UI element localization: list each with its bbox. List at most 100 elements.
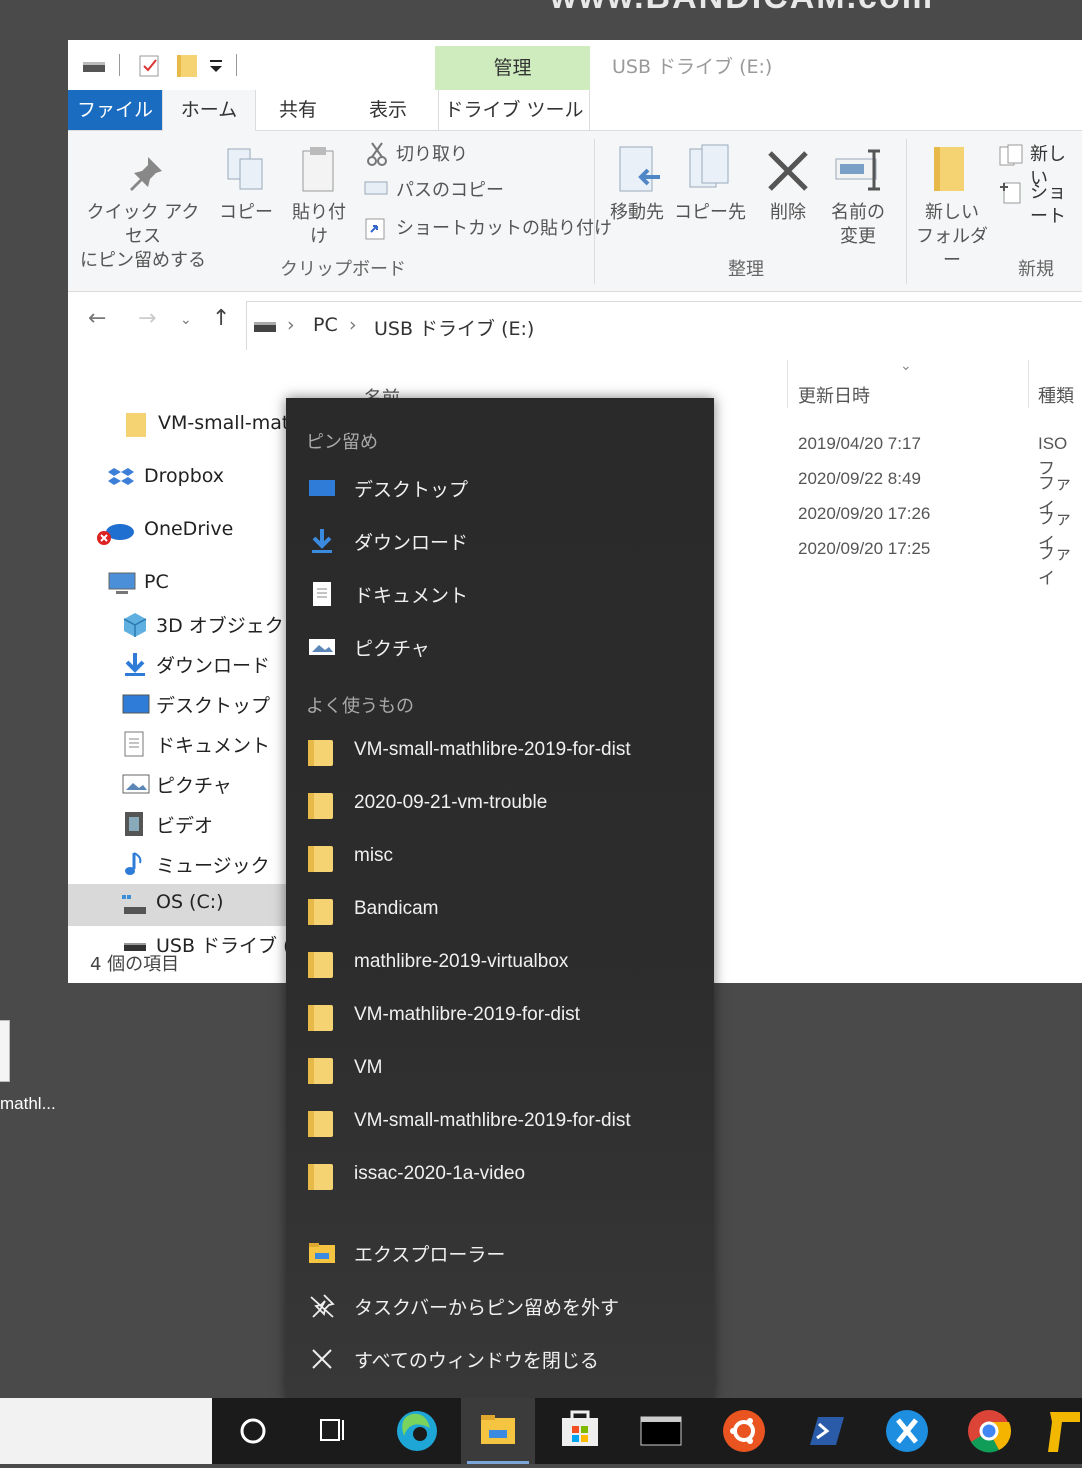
delete-icon xyxy=(768,151,808,191)
desktop-icon xyxy=(122,691,150,717)
unpin-icon xyxy=(308,1292,336,1320)
copy-to-button[interactable]: コピー先 xyxy=(672,201,748,225)
scissors-icon xyxy=(367,142,387,166)
paste-shortcut-button[interactable]: ショートカットの貼り付け xyxy=(396,217,612,241)
tab-share[interactable]: 共有 xyxy=(268,90,328,130)
tab-drive-tools[interactable]: ドライブ ツール xyxy=(438,90,590,130)
jump-item-downloads[interactable]: ダウンロード xyxy=(286,515,714,565)
move-to-icon xyxy=(619,146,660,192)
copy-icon xyxy=(227,148,263,190)
copy-button[interactable]: コピー xyxy=(216,201,276,225)
forward-icon[interactable]: → xyxy=(138,306,156,331)
ubuntu-button[interactable] xyxy=(707,1398,781,1464)
new-item-icon xyxy=(999,144,1023,166)
rename-label-line2: 変更 xyxy=(840,226,876,247)
recent-locations-icon[interactable]: ⌄ xyxy=(180,312,192,328)
column-header-type[interactable]: 種類 xyxy=(1038,382,1074,408)
file-explorer-taskbar-button[interactable] xyxy=(461,1398,535,1464)
manage-context-tab[interactable]: 管理 xyxy=(435,46,590,90)
paste-icon xyxy=(302,147,334,192)
new-folder-icon xyxy=(934,147,964,191)
column-header-date[interactable]: 更新日時 xyxy=(798,382,870,408)
task-view-button[interactable] xyxy=(296,1398,370,1464)
jump-item-frequent[interactable]: mathlibre-2019-virtualbox xyxy=(286,938,714,988)
item-count-status: 4 個の項目 xyxy=(90,954,180,975)
powershell-button[interactable] xyxy=(788,1398,862,1464)
quick-access-toolbar: 管理 USB ドライブ (E:) xyxy=(68,40,1082,90)
folder-icon xyxy=(308,1109,336,1137)
properties-icon[interactable] xyxy=(138,54,160,78)
breadcrumb-usb[interactable]: USB ドライブ (E:) xyxy=(374,314,534,341)
jump-item-frequent[interactable]: VM-mathlibre-2019-for-dist xyxy=(286,991,714,1041)
paste-shortcut-icon xyxy=(365,218,385,240)
copy-path-icon xyxy=(364,181,388,195)
easy-access-icon xyxy=(1000,182,1021,204)
tab-home[interactable]: ホーム xyxy=(162,90,256,131)
paste-button[interactable]: 貼り付け xyxy=(284,201,354,249)
desktop-file-icon[interactable] xyxy=(0,1010,26,1082)
row-type: ファイ xyxy=(1038,544,1072,588)
jump-action-open-explorer[interactable]: エクスプローラー xyxy=(286,1227,714,1277)
folder-icon xyxy=(308,950,336,978)
customize-qat-icon[interactable] xyxy=(208,58,224,76)
jump-item-frequent[interactable]: VM-small-mathlibre-2019-for-dist xyxy=(286,1097,714,1147)
copy-to-icon xyxy=(689,144,729,188)
sort-indicator-icon: ⌄ xyxy=(900,358,912,374)
jump-item-pictures[interactable]: ピクチャ xyxy=(286,621,714,671)
tab-view[interactable]: 表示 xyxy=(358,90,418,130)
move-to-button[interactable]: 移動先 xyxy=(602,201,672,225)
app-button[interactable] xyxy=(1036,1398,1082,1464)
jump-item-frequent[interactable]: 2020-09-21-vm-trouble xyxy=(286,779,714,829)
breadcrumb-pc[interactable]: PC xyxy=(313,314,338,336)
new-folder-label-line2: フォルダー xyxy=(916,226,988,271)
pin-label-line1: クイック アクセス xyxy=(86,202,200,247)
music-icon xyxy=(122,851,148,877)
navigation-pane: VM-small-mathl ⌃ Dropbox OneDrive PC 3D … xyxy=(68,350,319,983)
drive-icon[interactable] xyxy=(82,60,106,74)
address-box[interactable]: › PC › USB ドライブ (E:) xyxy=(246,301,1082,351)
rename-button[interactable]: 名前の 変更 xyxy=(822,201,894,249)
folder-icon xyxy=(308,897,336,925)
back-icon[interactable]: ← xyxy=(88,306,106,331)
cortana-button[interactable] xyxy=(216,1398,290,1464)
terminal-button[interactable] xyxy=(624,1398,698,1464)
pictures-icon xyxy=(308,633,336,661)
edge-button[interactable] xyxy=(380,1398,454,1464)
jump-item-frequent[interactable]: Bandicam xyxy=(286,885,714,935)
jump-item-frequent[interactable]: misc xyxy=(286,832,714,882)
pictures-icon xyxy=(122,771,150,797)
app-icon xyxy=(1048,1412,1080,1452)
group-new-label: 新規 xyxy=(1018,259,1054,280)
download-icon xyxy=(122,651,148,677)
jump-item-frequent[interactable]: VM xyxy=(286,1044,714,1094)
ribbon-tabs: ファイル ホーム 共有 表示 ドライブ ツール xyxy=(68,90,1082,131)
video-icon xyxy=(122,811,148,837)
xming-button[interactable] xyxy=(870,1398,944,1464)
3d-objects-icon xyxy=(122,611,148,637)
taskbar-search-box[interactable] xyxy=(0,1398,212,1464)
jump-item-frequent[interactable]: VM-small-mathlibre-2019-for-dist xyxy=(286,726,714,776)
jump-item-frequent[interactable]: issac-2020-1a-video xyxy=(286,1150,714,1200)
close-icon xyxy=(308,1345,336,1373)
store-button[interactable] xyxy=(543,1398,617,1464)
cut-button[interactable]: 切り取り xyxy=(396,143,468,167)
up-icon[interactable]: ↑ xyxy=(212,306,230,331)
drive-icon xyxy=(254,322,276,332)
document-icon xyxy=(308,580,336,608)
new-folder-qat-icon[interactable] xyxy=(176,54,200,78)
jump-action-close-all[interactable]: すべてのウィンドウを閉じる xyxy=(286,1333,714,1383)
new-folder-button[interactable]: 新しい フォルダー xyxy=(910,201,994,273)
folder-icon xyxy=(308,791,336,819)
pin-quick-access-button[interactable]: クイック アクセス にピン留めする xyxy=(78,201,208,273)
jump-action-unpin[interactable]: タスクバーからピン留めを外す xyxy=(286,1280,714,1330)
file-explorer-icon xyxy=(308,1239,336,1267)
shortcut-button[interactable]: ショート xyxy=(1030,181,1082,229)
jump-item-documents[interactable]: ドキュメント xyxy=(286,568,714,618)
tab-file[interactable]: ファイル xyxy=(68,90,162,130)
copy-path-button[interactable]: パスのコピー xyxy=(396,179,504,203)
jump-item-desktop[interactable]: デスクトップ xyxy=(286,462,714,512)
delete-button[interactable]: 削除 xyxy=(758,201,818,225)
frequent-section-header: よく使うもの xyxy=(306,696,414,717)
edge-icon xyxy=(397,1411,437,1451)
chrome-button[interactable] xyxy=(952,1398,1026,1464)
